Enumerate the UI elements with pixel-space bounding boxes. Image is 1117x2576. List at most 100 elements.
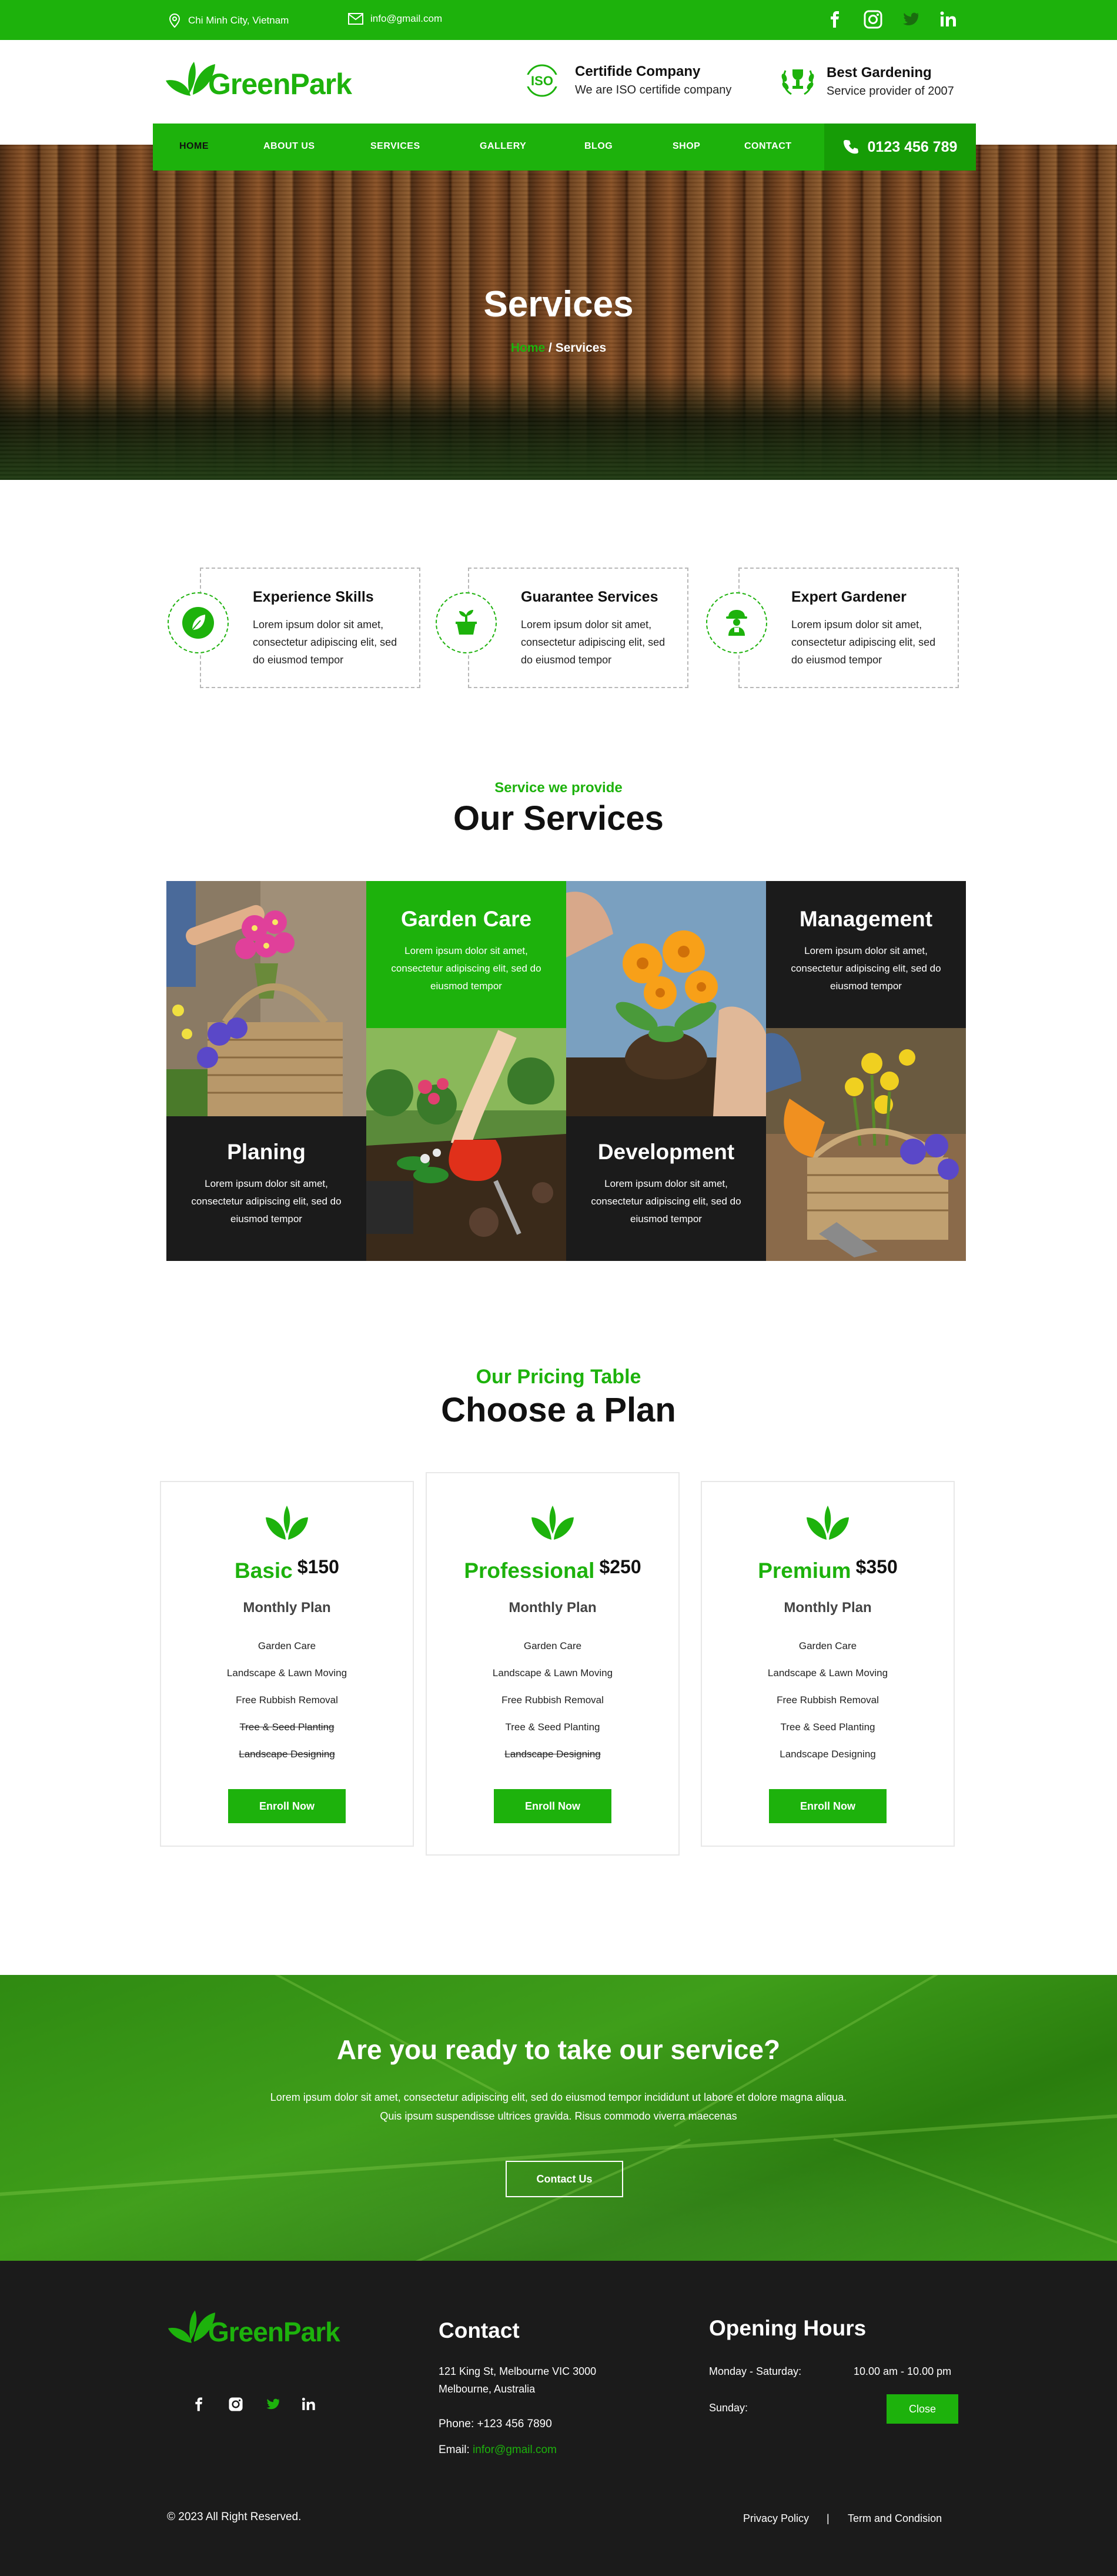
feature-card: Guarantee Services Lorem ipsum dolor sit… — [436, 568, 688, 688]
breadcrumb: Home / Services — [0, 341, 1117, 355]
feature-card: Experience Skills Lorem ipsum dolor sit … — [168, 568, 420, 688]
service-card-management[interactable]: Management Lorem ipsum dolor sit amet, c… — [766, 881, 966, 1028]
top-bar: Chi Minh City, Vietnam info@gmail.com — [0, 0, 1117, 40]
sprout-icon — [702, 1504, 954, 1541]
plan-feature-excluded: Landscape Designing — [504, 1749, 601, 1760]
certified-info: ISO Certifide Company We are ISO certifi… — [520, 64, 731, 97]
social-links — [825, 9, 958, 29]
breadcrumb-separator: / — [545, 341, 556, 355]
facebook-icon[interactable] — [825, 9, 845, 29]
breadcrumb-home[interactable]: Home — [511, 341, 545, 355]
location-info: Chi Minh City, Vietnam — [168, 13, 289, 28]
plant-pot-icon — [456, 610, 477, 635]
leaf-vein — [833, 2138, 1117, 2261]
garden-photo — [366, 1028, 566, 1261]
hours-sunday-label: Sunday: — [709, 2402, 748, 2414]
breadcrumb-current: Services — [555, 341, 607, 355]
hero-banner: Services Home / Services — [0, 145, 1117, 480]
page-title: Services — [483, 284, 634, 325]
linkedin-icon[interactable] — [938, 9, 958, 29]
footer-logo-text: GreenPark — [208, 2317, 340, 2347]
contact-us-button[interactable]: Contact Us — [506, 2161, 623, 2197]
plan-price: $150 — [297, 1556, 339, 1577]
nav-phone[interactable]: 0123 456 789 — [824, 124, 976, 171]
privacy-policy-link[interactable]: Privacy Policy — [743, 2509, 809, 2528]
facebook-icon[interactable] — [191, 2396, 208, 2413]
award-subtitle: Service provider of 2007 — [827, 84, 954, 98]
location-text: Chi Minh City, Vietnam — [188, 15, 289, 26]
nav-gallery[interactable]: GALLERY — [480, 141, 526, 152]
enroll-button[interactable]: Enroll Now — [228, 1789, 346, 1823]
feature-text: Lorem ipsum dolor sit amet, consectetur … — [521, 619, 665, 666]
feature-title: Experience Skills — [253, 589, 374, 605]
nav-services[interactable]: SERVICES — [370, 141, 420, 152]
email-text[interactable]: info@gmail.com — [370, 13, 442, 25]
footer-contact-title: Contact — [439, 2318, 520, 2343]
footer-email-link[interactable]: infor@gmail.com — [473, 2444, 557, 2456]
service-text: Lorem ipsum dolor sit amet, consectetur … — [191, 1178, 342, 1224]
service-photo-yellow-flowers — [766, 1028, 966, 1261]
plan-feature: Free Rubbish Removal — [777, 1694, 879, 1706]
nav-shop[interactable]: SHOP — [673, 141, 700, 152]
garden-photo — [566, 881, 766, 1116]
footer-address-1: 121 King St, Melbourne VIC 3000 — [439, 2365, 597, 2377]
service-card-garden-care[interactable]: Garden Care Lorem ipsum dolor sit amet, … — [366, 881, 566, 1028]
service-photo-planting — [366, 1028, 566, 1261]
terms-link[interactable]: Term and Condision — [848, 2509, 942, 2528]
cta-section: Are you ready to take our service? Lorem… — [0, 1975, 1117, 2261]
linkedin-icon[interactable] — [300, 2396, 317, 2413]
enroll-button[interactable]: Enroll Now — [494, 1789, 611, 1823]
feature-card: Expert Gardener Lorem ipsum dolor sit am… — [706, 568, 959, 688]
service-title: Garden Care — [400, 907, 532, 931]
footer-hours-title: Opening Hours — [709, 2316, 867, 2340]
plan-feature: Landscape & Lawn Moving — [492, 1667, 613, 1679]
garden-photo — [166, 881, 366, 1116]
site-logo[interactable]: GreenPark — [165, 56, 352, 101]
award-info: Best Gardening Service provider of 2007 — [780, 64, 954, 99]
plan-name: Professional — [464, 1559, 595, 1583]
hours-weekday-label: Monday - Saturday: — [709, 2365, 802, 2377]
nav-home[interactable]: HOME — [179, 141, 209, 152]
footer-social — [191, 2396, 317, 2413]
plan-features: Garden Care Landscape & Lawn Moving Free… — [427, 1639, 678, 1774]
plan-feature: Tree & Seed Planting — [505, 1721, 600, 1733]
instagram-icon[interactable] — [228, 2396, 244, 2413]
nav-contact[interactable]: CONTACT — [744, 141, 792, 152]
footer-phone: Phone: +123 456 7890 — [439, 2418, 552, 2430]
nav-blog[interactable]: BLOG — [584, 141, 613, 152]
feature-text: Lorem ipsum dolor sit amet, consectetur … — [253, 619, 397, 666]
twitter-icon[interactable] — [264, 2396, 280, 2413]
footer-email-label: Email: — [439, 2444, 473, 2456]
services-subtitle: Service we provide — [494, 780, 623, 796]
footer: GreenPark Contact 121 King St, Melbourne… — [0, 2261, 1117, 2576]
footer-logo[interactable]: GreenPark — [167, 2305, 340, 2348]
iso-badge-icon: ISO — [521, 64, 563, 96]
email-info[interactable]: info@gmail.com — [348, 13, 442, 25]
plan-name: Premium — [758, 1559, 851, 1583]
award-title: Best Gardening — [827, 64, 932, 81]
plan-feature: Landscape & Lawn Moving — [226, 1667, 347, 1679]
instagram-icon[interactable] — [863, 9, 883, 29]
feature-text: Lorem ipsum dolor sit amet, consectetur … — [791, 619, 936, 666]
logo-text: GreenPark — [208, 68, 352, 101]
phone-icon — [843, 140, 858, 154]
twitter-icon[interactable] — [901, 9, 921, 29]
plan-name: Basic — [235, 1559, 293, 1583]
hours-weekday-time: 10.00 am - 10.00 pm — [854, 2365, 952, 2377]
service-card-planing[interactable]: Planing Lorem ipsum dolor sit amet, cons… — [166, 1116, 366, 1261]
service-text: Lorem ipsum dolor sit amet, consectetur … — [791, 945, 941, 992]
service-card-development[interactable]: Development Lorem ipsum dolor sit amet, … — [566, 1116, 766, 1261]
certified-title: Certifide Company — [575, 64, 701, 79]
feature-title: Guarantee Services — [521, 589, 658, 605]
cta-text: Lorem ipsum dolor sit amet, consectetur … — [270, 2091, 847, 2122]
service-title: Management — [799, 907, 933, 931]
plan-period: Monthly Plan — [509, 1600, 597, 1616]
certified-subtitle: We are ISO certifide company — [575, 84, 732, 96]
nav-about[interactable]: ABOUT US — [263, 141, 315, 152]
feature-icon-circle — [168, 592, 229, 653]
sprout-icon — [161, 1504, 413, 1541]
service-text: Lorem ipsum dolor sit amet, consectetur … — [391, 945, 541, 992]
plan-feature: Landscape Designing — [780, 1749, 876, 1760]
enroll-button[interactable]: Enroll Now — [769, 1789, 887, 1823]
services-grid: Garden Care Lorem ipsum dolor sit amet, … — [166, 881, 966, 1261]
